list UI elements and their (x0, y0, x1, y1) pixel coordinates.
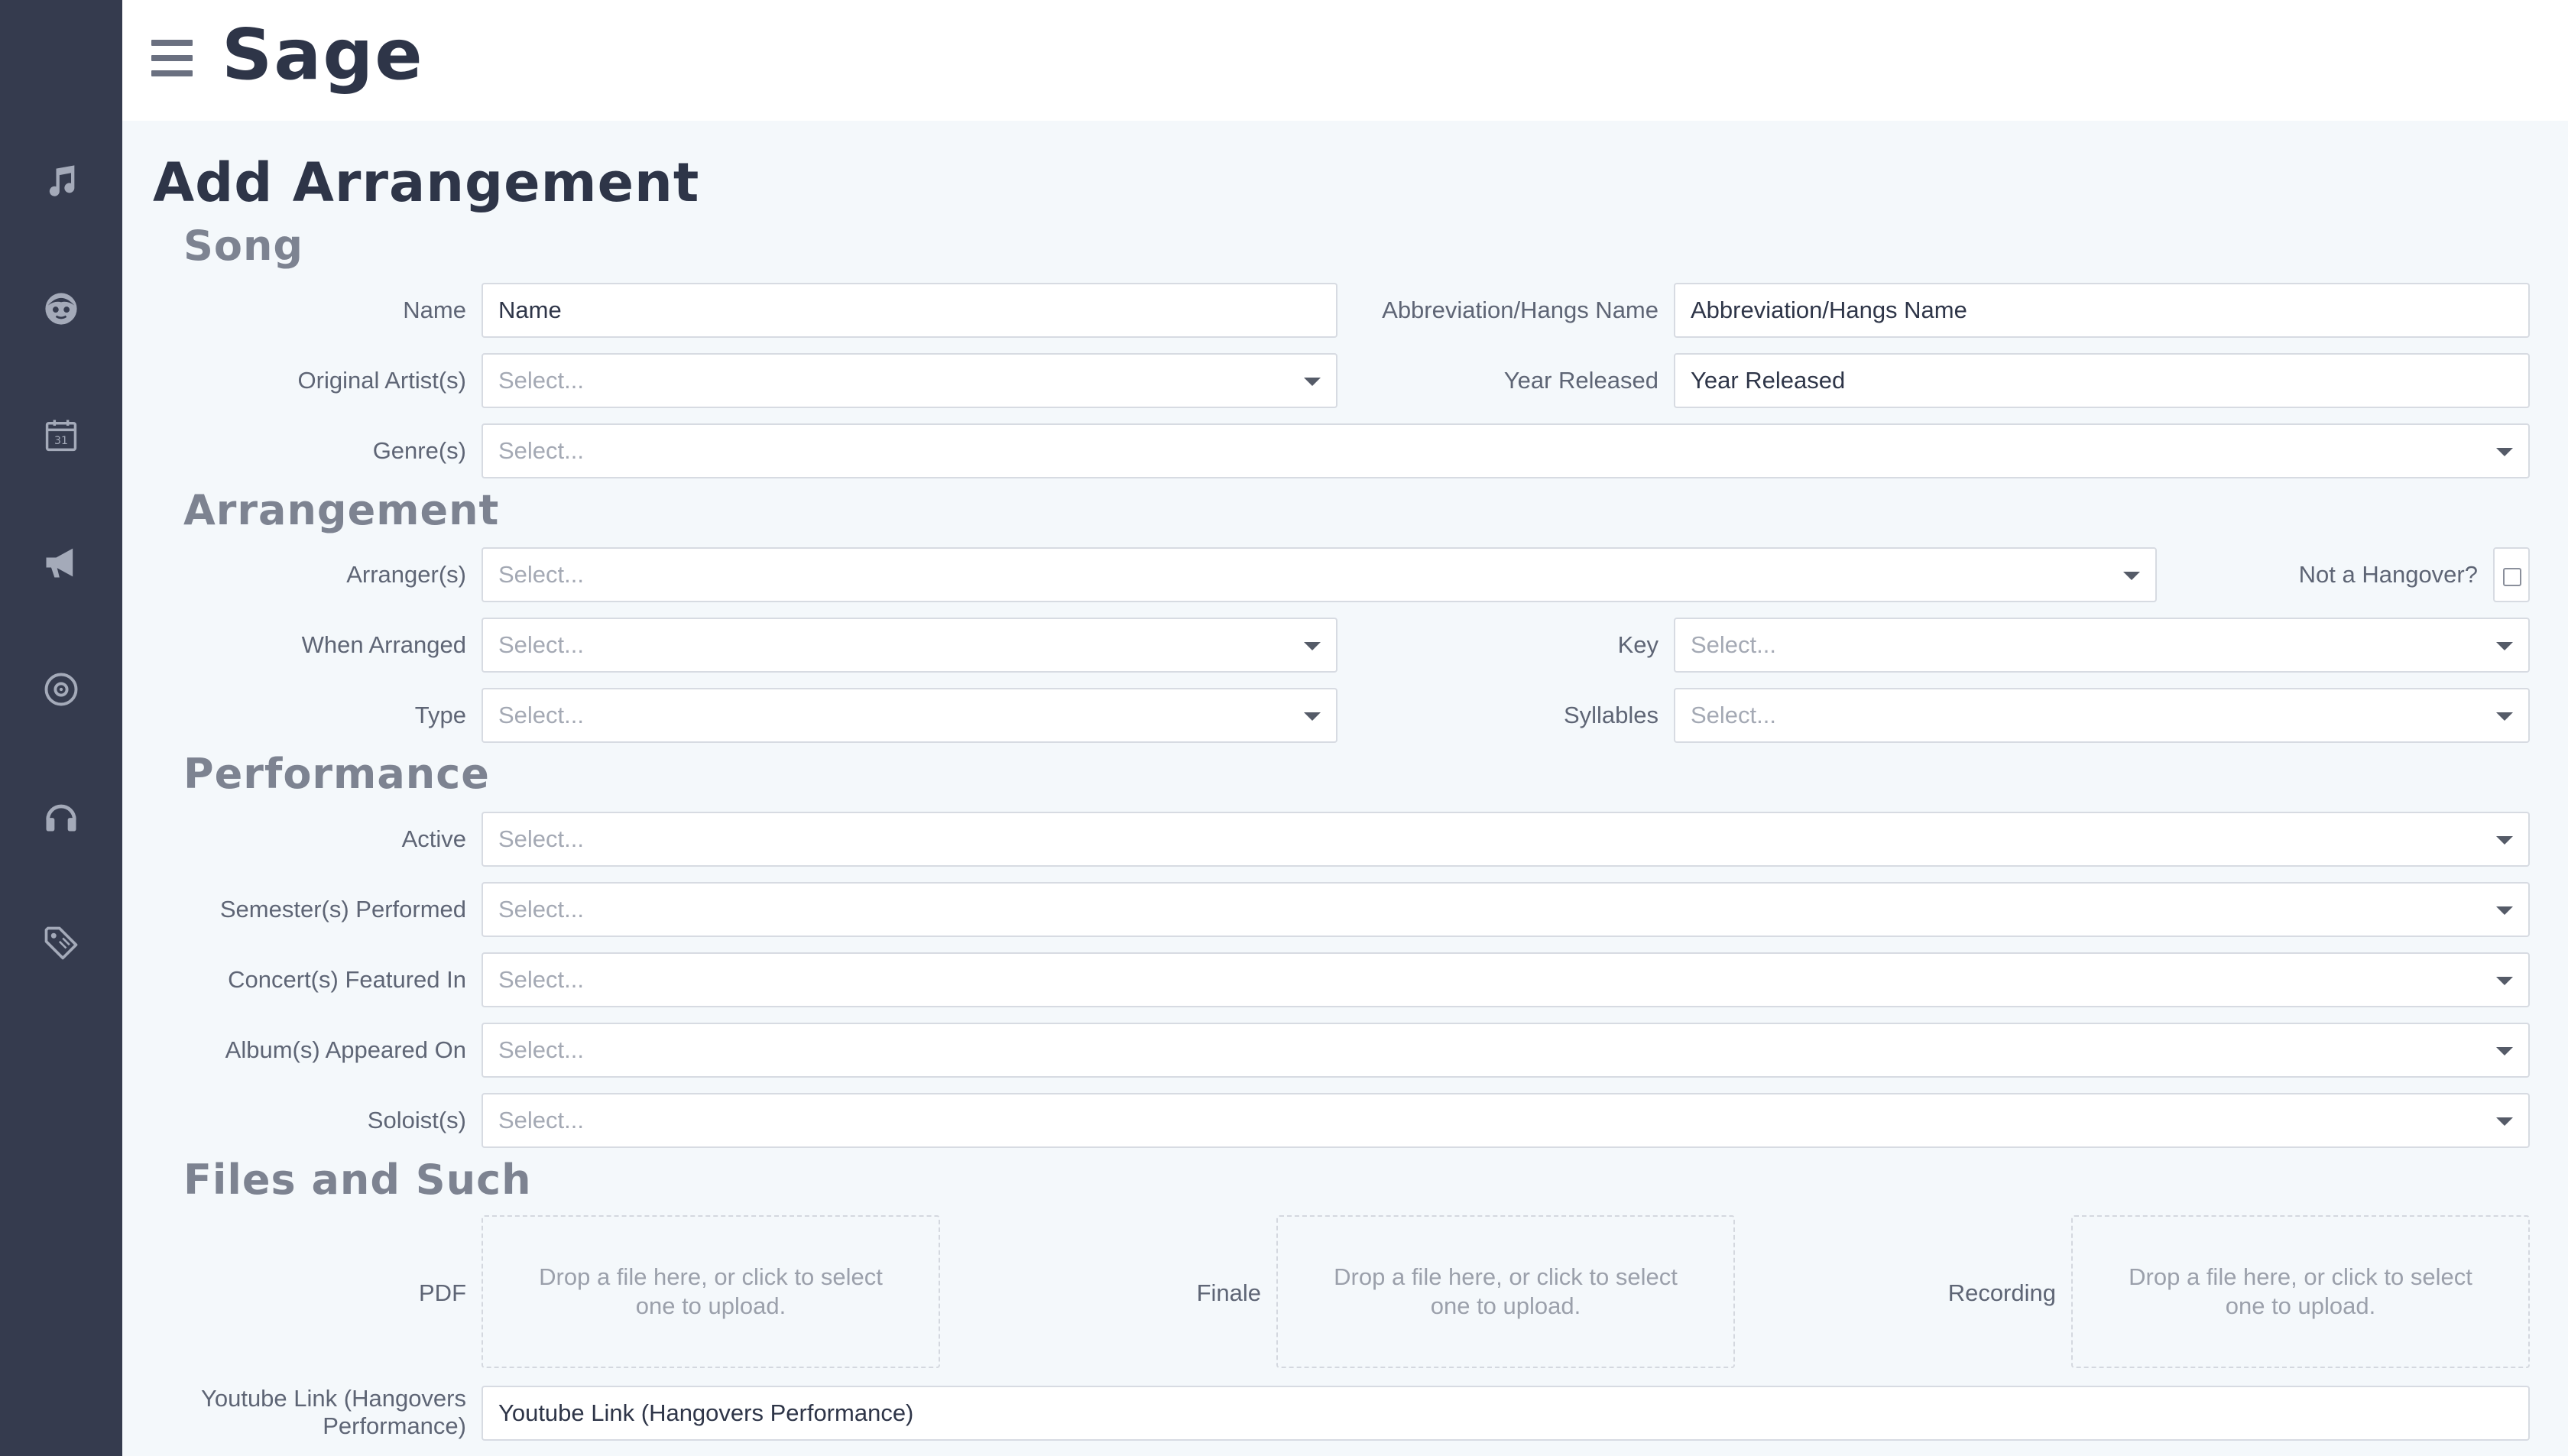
name-label: Name (403, 297, 466, 323)
albums-select[interactable]: Select... (481, 1023, 2530, 1078)
concerts-value: Select... (498, 966, 584, 993)
music-note-icon[interactable] (38, 159, 84, 205)
pdf-dropzone-text: Drop a file here, or click to select one… (539, 1263, 883, 1319)
key-value: Select... (1691, 631, 1776, 658)
youtube-link-label: Youtube Link (Hangovers Performance) (153, 1385, 466, 1440)
semesters-select[interactable]: Select... (481, 882, 2530, 937)
arrangers-value: Select... (498, 561, 584, 588)
headphones-icon[interactable] (38, 793, 84, 839)
type-select[interactable]: Select... (481, 688, 1338, 743)
semesters-label: Semester(s) Performed (219, 896, 466, 923)
type-value: Select... (498, 702, 584, 728)
when-arranged-value: Select... (498, 631, 584, 658)
finale-dropzone[interactable]: Drop a file here, or click to select one… (1276, 1215, 1735, 1368)
not-a-hangover-checkbox[interactable] (2493, 547, 2530, 602)
section-title-performance: Performance (183, 750, 490, 798)
soloists-value: Select... (498, 1107, 584, 1133)
calendar-icon[interactable]: 31 (38, 413, 84, 459)
chevron-down-icon[interactable] (2123, 572, 2140, 580)
pdf-dropzone[interactable]: Drop a file here, or click to select one… (481, 1215, 940, 1368)
key-label: Key (1617, 631, 1658, 658)
calendar-day: 31 (54, 435, 68, 447)
syllables-select[interactable]: Select... (1674, 688, 2530, 743)
genres-label: Genre(s) (372, 437, 466, 464)
chevron-down-icon[interactable] (2496, 712, 2513, 721)
year-released-input[interactable]: Year Released (1674, 353, 2530, 408)
section-title-arrangement: Arrangement (183, 486, 500, 534)
section-title-files: Files and Such (183, 1156, 532, 1204)
arrangers-label: Arranger(s) (346, 561, 466, 588)
recording-dropzone[interactable]: Drop a file here, or click to select one… (2071, 1215, 2530, 1368)
youtube-link-label-line2: Performance) (323, 1412, 466, 1439)
tag-icon[interactable] (38, 920, 84, 966)
chevron-down-icon[interactable] (2496, 448, 2513, 456)
face-icon[interactable] (38, 286, 84, 332)
finale-dropzone-text: Drop a file here, or click to select one… (1334, 1263, 1678, 1319)
chevron-down-icon[interactable] (1304, 712, 1321, 721)
recording-label: Recording (1947, 1279, 2056, 1306)
semesters-value: Select... (498, 896, 584, 923)
chevron-down-icon[interactable] (2496, 1047, 2513, 1056)
when-arranged-label: When Arranged (301, 631, 466, 658)
active-label: Active (401, 825, 466, 852)
youtube-link-label-line1: Youtube Link (Hangovers (201, 1385, 466, 1412)
soloists-label: Soloist(s) (367, 1107, 466, 1133)
megaphone-icon[interactable] (38, 540, 84, 585)
type-label: Type (414, 702, 466, 728)
soloists-select[interactable]: Select... (481, 1093, 2530, 1148)
concerts-label: Concert(s) Featured In (228, 966, 466, 993)
sidebar: 31 (0, 0, 122, 1456)
arrangers-select[interactable]: Select... (481, 547, 2157, 602)
youtube-link-input[interactable]: Youtube Link (Hangovers Performance) (481, 1386, 2530, 1441)
app-brand[interactable]: Sage (222, 14, 424, 96)
syllables-value: Select... (1691, 702, 1776, 728)
abbreviation-input[interactable]: Abbreviation/Hangs Name (1674, 283, 2530, 338)
section-title-song: Song (183, 222, 304, 270)
albums-value: Select... (498, 1036, 584, 1063)
active-value: Select... (498, 825, 584, 852)
pdf-label: PDF (419, 1279, 466, 1306)
top-bar: Sage (122, 0, 2568, 121)
active-select[interactable]: Select... (481, 812, 2530, 867)
syllables-label: Syllables (1563, 702, 1658, 728)
original-artists-value: Select... (498, 367, 584, 394)
chevron-down-icon[interactable] (1304, 642, 1321, 650)
chevron-down-icon[interactable] (2496, 642, 2513, 650)
chevron-down-icon[interactable] (1304, 378, 1321, 386)
checkbox-box[interactable] (2503, 568, 2521, 586)
albums-label: Album(s) Appeared On (225, 1036, 466, 1063)
abbreviation-label: Abbreviation/Hangs Name (1382, 297, 1658, 323)
finale-label: Finale (1196, 1279, 1261, 1306)
genres-select[interactable]: Select... (481, 423, 2530, 478)
key-select[interactable]: Select... (1674, 618, 2530, 673)
name-input[interactable]: Name (481, 283, 1338, 338)
original-artists-label: Original Artist(s) (297, 367, 466, 394)
chevron-down-icon[interactable] (2496, 836, 2513, 845)
chevron-down-icon[interactable] (2496, 1117, 2513, 1126)
chevron-down-icon[interactable] (2496, 906, 2513, 915)
disc-icon[interactable] (38, 666, 84, 712)
original-artists-select[interactable]: Select... (481, 353, 1338, 408)
recording-dropzone-text: Drop a file here, or click to select one… (2129, 1263, 2472, 1319)
genres-value: Select... (498, 437, 584, 464)
page-title: Add Arrangement (153, 151, 700, 214)
not-a-hangover-label: Not a Hangover? (2298, 561, 2478, 588)
year-released-label: Year Released (1503, 367, 1658, 394)
chevron-down-icon[interactable] (2496, 977, 2513, 985)
hamburger-menu-icon[interactable] (151, 40, 193, 78)
concerts-select[interactable]: Select... (481, 952, 2530, 1007)
when-arranged-select[interactable]: Select... (481, 618, 1338, 673)
